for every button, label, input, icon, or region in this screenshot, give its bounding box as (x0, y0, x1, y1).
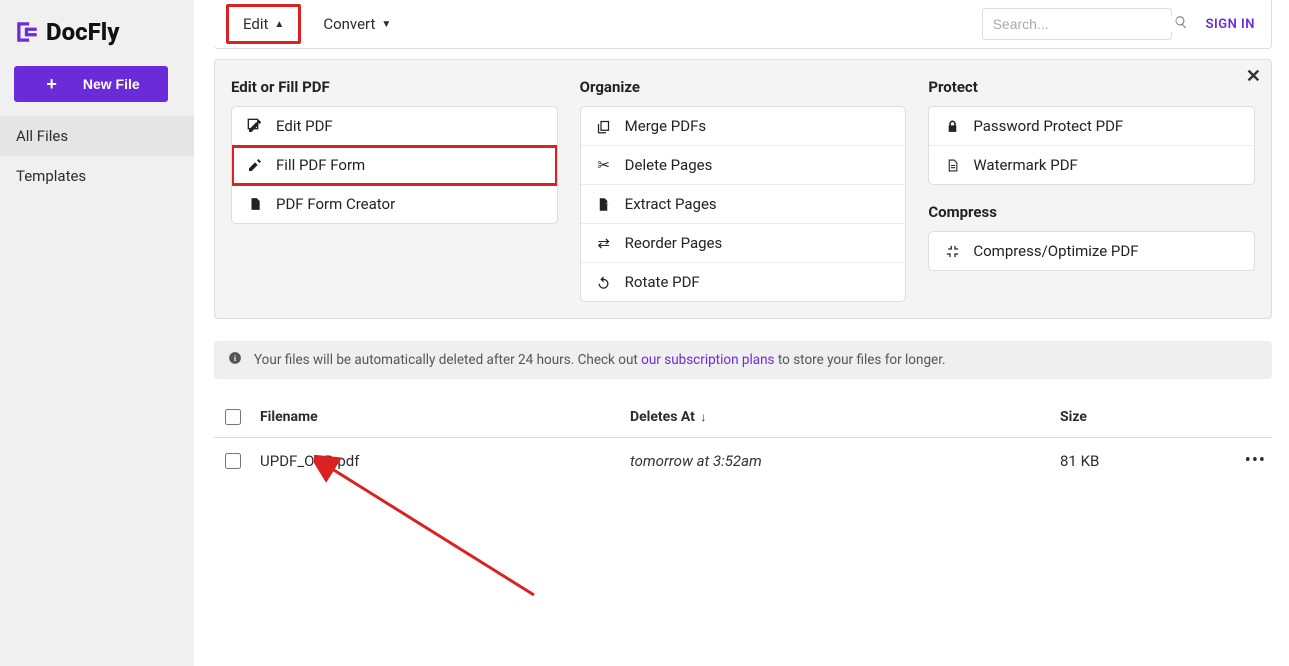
option-reorder-pages[interactable]: ⇄ Reorder Pages (581, 224, 906, 263)
search-box[interactable] (982, 8, 1172, 40)
caret-down-icon: ▼ (381, 19, 391, 30)
option-rotate-pdf[interactable]: Rotate PDF (581, 263, 906, 301)
side-nav: All Files Templates (0, 116, 194, 196)
row-checkbox[interactable] (225, 453, 241, 469)
file-lines-icon (246, 196, 264, 212)
protect-options: Password Protect PDF Watermark PDF (928, 106, 1255, 185)
option-label: PDF Form Creator (276, 195, 395, 213)
lock-icon (943, 119, 961, 134)
main: Edit ▲ Convert ▼ SIGN IN ✕ Edit or Fill … (194, 0, 1289, 666)
cell-size: 81 KB (1060, 452, 1226, 470)
option-label: Password Protect PDF (973, 117, 1123, 135)
notice-text: Your files will be automatically deleted… (254, 352, 946, 368)
option-label: Edit PDF (276, 117, 333, 135)
select-all-checkbox[interactable] (225, 409, 241, 425)
option-merge-pdfs[interactable]: Merge PDFs (581, 107, 906, 146)
col-edit: Edit or Fill PDF Edit PDF Fill PDF Form … (231, 78, 558, 302)
new-file-label: New File (83, 76, 140, 92)
caret-up-icon: ▲ (274, 19, 284, 30)
close-icon[interactable]: ✕ (1246, 66, 1261, 87)
table-header: Filename Deletes At ↓ Size (214, 397, 1272, 438)
option-password-protect[interactable]: Password Protect PDF (929, 107, 1254, 146)
subscription-link[interactable]: our subscription plans (641, 352, 774, 368)
new-file-button[interactable]: + New File (14, 66, 168, 102)
edit-panel: ✕ Edit or Fill PDF Edit PDF Fill PDF For… (214, 59, 1272, 319)
cell-deletes: tomorrow at 3:52am (630, 452, 1060, 470)
file-watermark-icon (943, 158, 961, 173)
header-deletes-label: Deletes At (630, 409, 695, 425)
search-input[interactable] (993, 16, 1174, 32)
option-watermark-pdf[interactable]: Watermark PDF (929, 146, 1254, 184)
copy-icon (595, 119, 613, 134)
logo-icon (14, 19, 40, 45)
sort-desc-icon: ↓ (700, 410, 706, 424)
search-icon[interactable] (1174, 15, 1188, 33)
tab-edit[interactable]: Edit ▲ (226, 4, 301, 44)
compress-icon (943, 244, 961, 259)
col-edit-title: Edit or Fill PDF (231, 78, 558, 96)
pen-icon (246, 157, 264, 173)
col-protect-title: Protect (928, 78, 1255, 96)
option-compress-pdf[interactable]: Compress/Optimize PDF (929, 232, 1254, 270)
signin-link[interactable]: SIGN IN (1206, 17, 1255, 32)
table-row[interactable]: UPDF_OCR.pdf tomorrow at 3:52am 81 KB ••… (214, 438, 1272, 483)
edit-options: Edit PDF Fill PDF Form PDF Form Creator (231, 106, 558, 224)
option-label: Merge PDFs (625, 117, 706, 135)
header-deletes[interactable]: Deletes At ↓ (630, 409, 1060, 425)
option-label: Rotate PDF (625, 273, 700, 291)
option-label: Delete Pages (625, 156, 713, 174)
tab-convert[interactable]: Convert ▼ (311, 9, 403, 39)
row-actions-button[interactable]: ••• (1226, 450, 1266, 471)
scissors-icon: ✂ (595, 156, 613, 174)
organize-options: Merge PDFs ✂ Delete Pages Extract Pages … (580, 106, 907, 302)
option-edit-pdf[interactable]: Edit PDF (232, 107, 557, 146)
notice-bar: i Your files will be automatically delet… (214, 341, 1272, 379)
compress-options: Compress/Optimize PDF (928, 231, 1255, 271)
logo[interactable]: DocFly (0, 0, 194, 60)
header-size[interactable]: Size (1060, 409, 1226, 425)
option-label: Fill PDF Form (276, 156, 365, 174)
option-delete-pages[interactable]: ✂ Delete Pages (581, 146, 906, 185)
header-filename[interactable]: Filename (260, 409, 630, 425)
option-label: Compress/Optimize PDF (973, 242, 1138, 260)
rotate-icon (595, 275, 613, 290)
option-label: Extract Pages (625, 195, 717, 213)
logo-text: DocFly (46, 18, 119, 46)
sidebar-item-all-files[interactable]: All Files (0, 116, 194, 156)
tab-edit-label: Edit (243, 15, 268, 33)
sidebar-item-templates[interactable]: Templates (0, 156, 194, 196)
option-fill-pdf-form[interactable]: Fill PDF Form (232, 146, 557, 185)
swap-icon: ⇄ (595, 234, 613, 252)
notice-pre: Your files will be automatically deleted… (254, 352, 641, 368)
col-compress-title: Compress (928, 203, 1255, 221)
file-export-icon (595, 197, 613, 212)
edit-icon (246, 118, 264, 134)
tab-convert-label: Convert (323, 15, 375, 33)
option-pdf-form-creator[interactable]: PDF Form Creator (232, 185, 557, 223)
col-protect: Protect Password Protect PDF Watermark P… (928, 78, 1255, 302)
option-label: Reorder Pages (625, 234, 723, 252)
col-organize: Organize Merge PDFs ✂ Delete Pages Extra… (580, 78, 907, 302)
file-table: Filename Deletes At ↓ Size UPDF_OCR.pdf … (214, 397, 1272, 483)
cell-filename: UPDF_OCR.pdf (260, 452, 630, 470)
topbar: Edit ▲ Convert ▼ SIGN IN (214, 0, 1272, 49)
option-label: Watermark PDF (973, 156, 1078, 174)
col-organize-title: Organize (580, 78, 907, 96)
plus-icon: + (46, 74, 57, 95)
option-extract-pages[interactable]: Extract Pages (581, 185, 906, 224)
sidebar: DocFly + New File All Files Templates (0, 0, 194, 666)
notice-post: to store your files for longer. (775, 352, 946, 368)
info-icon: i (228, 351, 242, 369)
